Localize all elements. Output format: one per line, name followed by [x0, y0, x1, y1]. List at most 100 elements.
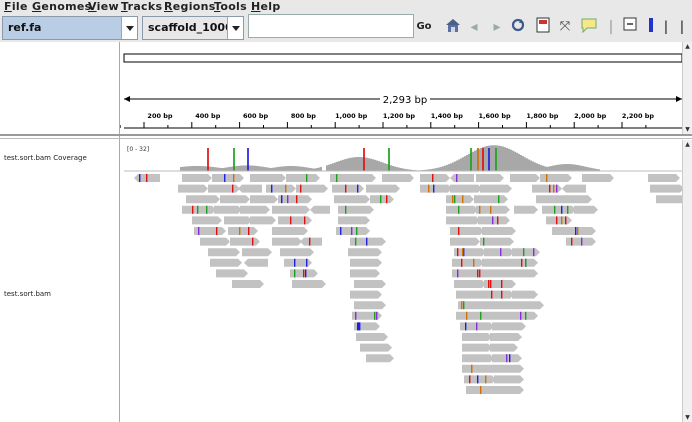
aligned-read[interactable] [286, 174, 320, 182]
aligned-read[interactable] [462, 354, 494, 363]
aligned-read[interactable] [450, 237, 480, 246]
aligned-read[interactable] [370, 195, 394, 204]
alignment-track[interactable] [134, 174, 682, 394]
scroll-up-icon[interactable]: ▲ [683, 140, 692, 149]
aligned-read[interactable] [494, 375, 524, 384]
scroll-down-icon[interactable]: ▼ [683, 413, 692, 422]
aligned-read[interactable] [492, 364, 524, 373]
popup-icon[interactable] [579, 17, 599, 37]
aligned-read[interactable] [456, 311, 488, 320]
aligned-read[interactable] [512, 290, 538, 299]
aligned-read[interactable] [300, 237, 322, 246]
aligned-read[interactable] [450, 227, 484, 235]
aligned-read[interactable] [648, 174, 680, 182]
detail-collapse-icon[interactable] [620, 17, 640, 37]
aligned-read[interactable] [462, 364, 496, 373]
aligned-read[interactable] [366, 184, 400, 193]
aligned-read[interactable] [650, 184, 682, 193]
aligned-read[interactable] [272, 237, 302, 246]
locus-input[interactable] [248, 14, 414, 38]
detail-line-icon[interactable]: ǀ [672, 17, 692, 37]
aligned-read[interactable] [514, 205, 538, 214]
aligned-read[interactable] [542, 205, 576, 214]
aligned-read[interactable] [356, 333, 388, 341]
aligned-read[interactable] [192, 216, 222, 225]
aligned-read[interactable] [478, 216, 510, 225]
back-icon[interactable]: ◂ [464, 17, 484, 37]
aligned-read[interactable] [546, 216, 572, 225]
refresh-icon[interactable] [508, 17, 528, 37]
aligned-read[interactable] [354, 280, 386, 288]
aligned-read[interactable] [454, 248, 486, 257]
aligned-read[interactable] [350, 269, 380, 278]
aligned-read[interactable] [210, 258, 242, 267]
aligned-read[interactable] [350, 290, 382, 299]
menu-tools[interactable]: Tools [214, 0, 247, 13]
aligned-read[interactable] [482, 227, 516, 235]
aligned-read[interactable] [510, 174, 540, 182]
roi-icon[interactable] [533, 17, 553, 37]
aligned-read[interactable] [278, 216, 312, 225]
aligned-read[interactable] [280, 248, 314, 257]
aligned-read[interactable] [292, 280, 326, 288]
aligned-read[interactable] [208, 184, 240, 193]
aligned-read[interactable] [178, 184, 208, 193]
aligned-read[interactable] [366, 354, 394, 363]
aligned-read[interactable] [272, 227, 308, 235]
aligned-read[interactable] [212, 174, 244, 182]
aligned-read[interactable] [182, 205, 216, 214]
aligned-read[interactable] [250, 216, 276, 225]
aligned-read[interactable] [496, 386, 524, 394]
aligned-read[interactable] [446, 216, 480, 225]
panel-divider[interactable] [0, 134, 692, 136]
aligned-read[interactable] [510, 269, 538, 278]
aligned-read[interactable] [490, 343, 518, 352]
aligned-read[interactable] [334, 195, 370, 204]
aligned-read[interactable] [238, 184, 262, 193]
aligned-read[interactable] [214, 205, 242, 214]
menu-view[interactable]: View [88, 0, 119, 13]
aligned-read[interactable] [464, 375, 496, 384]
menu-help[interactable]: Help [251, 0, 281, 13]
aligned-read[interactable] [186, 195, 220, 204]
menu-file[interactable]: File [4, 0, 28, 13]
menu-regions[interactable]: Regions [164, 0, 216, 13]
aligned-read[interactable] [482, 258, 516, 267]
aligned-read[interactable] [536, 195, 570, 204]
chromosome-ideogram[interactable] [123, 53, 682, 63]
aligned-read[interactable] [482, 269, 514, 278]
aligned-read[interactable] [216, 269, 248, 278]
aligned-read[interactable] [452, 258, 484, 267]
header-scrollbar[interactable]: ▲ ▼ [682, 42, 692, 134]
aligned-read[interactable] [348, 248, 382, 257]
go-button[interactable]: Go [415, 16, 433, 38]
alignment-track-name[interactable]: test.sort.bam [4, 290, 51, 298]
aligned-read[interactable] [352, 174, 376, 182]
aligned-read[interactable] [484, 248, 514, 257]
aligned-read[interactable] [228, 227, 258, 235]
aligned-read[interactable] [250, 174, 286, 182]
aligned-read[interactable] [462, 333, 492, 341]
aligned-read[interactable] [420, 184, 452, 193]
aligned-read[interactable] [352, 311, 382, 320]
aligned-read[interactable] [446, 205, 478, 214]
aligned-read[interactable] [332, 184, 364, 193]
aligned-read[interactable] [200, 237, 230, 246]
data-scrollbar[interactable]: ▲ ▼ [682, 140, 692, 422]
aligned-read[interactable] [382, 174, 414, 182]
scroll-down-icon[interactable]: ▼ [683, 125, 692, 134]
aligned-read[interactable] [310, 205, 330, 214]
chromosome-dropdown[interactable]: scaffold_1000 [142, 16, 244, 40]
aligned-read[interactable] [360, 343, 392, 352]
aligned-read[interactable] [208, 248, 240, 257]
aligned-read[interactable] [562, 184, 586, 193]
aligned-read[interactable] [490, 333, 522, 341]
aligned-read[interactable] [454, 280, 486, 288]
aligned-read[interactable] [488, 301, 516, 310]
coverage-track-name[interactable]: test.sort.bam Coverage [4, 154, 87, 162]
forward-icon[interactable]: ▸ [487, 17, 507, 37]
aligned-read[interactable] [476, 174, 504, 182]
aligned-read[interactable] [240, 205, 270, 214]
aligned-read[interactable] [656, 195, 682, 204]
aligned-read[interactable] [492, 322, 526, 331]
